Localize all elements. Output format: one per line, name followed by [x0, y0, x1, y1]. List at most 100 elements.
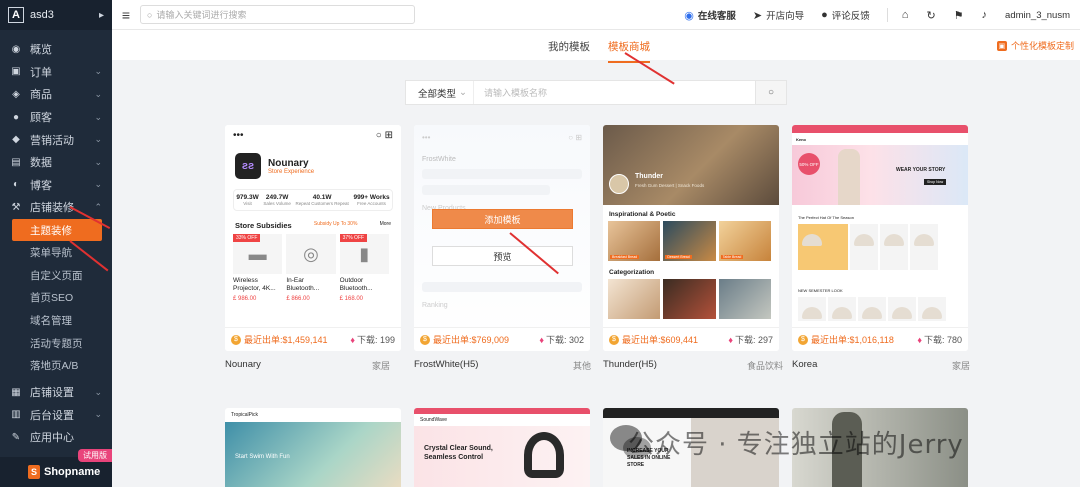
user-menu[interactable]: admin_3_nusm — [1005, 10, 1070, 21]
chevron-down-icon: ⌄ — [94, 88, 102, 99]
hat-image — [798, 224, 848, 270]
sidebar-item-customers[interactable]: ● 顾客 ⌄ — [0, 106, 112, 129]
stat-value: 999+ Works — [353, 194, 390, 201]
sidebar-item-app-center[interactable]: ✎ 应用中心 — [0, 426, 112, 449]
type-select[interactable]: 全部类型 ⌄ — [406, 81, 474, 104]
chevron-down-icon: ⌄ — [94, 179, 102, 190]
korea-hero-banner: 50% OFF WEAR YOUR STORY Shop Now — [792, 145, 968, 205]
sidebar-item-home-seo[interactable]: 首页SEO — [0, 287, 112, 310]
sidebar-menu: ◉ 概览 ▣ 订单 ⌄ ◈ 商品 ⌄ ● 顾客 ⌄ ◆ 营销活动 ⌄ ▤ 数据 ⌄ ◐ 博客 ⌄ ⚒ 店铺装… — [0, 30, 112, 219]
template-name[interactable]: FrostWhite(H5) — [414, 359, 478, 370]
subsidy-note: Subsidy Up To 30% — [313, 221, 358, 227]
product-name: Outdoor Bluetooth... — [339, 277, 373, 292]
top-bar: ≡ ○ 请输入关键词进行搜索 ◉ 在线客服 ➤ 开店向导 ● 评论反馈 ⌂ ↻ ⚑ ♪… — [112, 0, 1080, 30]
coin-icon: $ — [231, 334, 241, 345]
home-icon[interactable]: ⌂ — [902, 9, 909, 21]
sidebar-item-products[interactable]: ◈ 商品 ⌄ — [0, 83, 112, 106]
template-preview: •••○ ⊞ FrostWhite New Products Ranking — [414, 125, 590, 351]
coin-icon: $ — [420, 334, 430, 345]
custom-template-link[interactable]: ▣ 个性化模板定制 — [996, 39, 1074, 52]
template-name[interactable]: Thunder(H5) — [603, 359, 657, 370]
send-icon: ➤ — [752, 9, 763, 22]
divider — [886, 8, 888, 22]
sidebar-item-admin-settings[interactable]: ▥ 后台设置 ⌄ — [0, 404, 112, 427]
download-count-value: 下载: 780 — [923, 335, 962, 345]
category-image — [663, 279, 716, 319]
sidebar-item-label: 后台设置 — [30, 409, 74, 422]
search-button[interactable]: ○ — [755, 81, 786, 104]
subsidy-title: Store Subsidies — [235, 221, 292, 230]
sidebar-item-custom-pages[interactable]: 自定义页面 — [0, 264, 112, 287]
template-card-tropical[interactable]: TropicalPick Start Swim With Fun — [225, 408, 401, 487]
preview-header: ••• ○ ⊞ — [422, 133, 582, 142]
sidebar-item-blog[interactable]: ◐ 博客 ⌄ — [0, 174, 112, 197]
app-logo: A — [8, 7, 24, 23]
menu-toggle-icon[interactable]: ≡ — [112, 7, 140, 23]
template-card-frostwhite[interactable]: •••○ ⊞ FrostWhite New Products Ranking 添… — [414, 125, 590, 351]
top-bar-actions: ◉ 在线客服 ➤ 开店向导 ● 评论反馈 ⌂ ↻ ⚑ ♪ admin_3_nusm — [684, 0, 1080, 30]
sidebar-item-marketing[interactable]: ◆ 营销活动 ⌄ — [0, 128, 112, 151]
template-card-korea[interactable]: Keno 50% OFF WEAR YOUR STORY Shop Now Th… — [792, 125, 968, 351]
chevron-down-icon: ⌄ — [94, 134, 102, 145]
tropical-hero-image: Start Swim With Fun — [225, 422, 401, 487]
preview-section-title: The Perfect Hat Of The Season — [798, 215, 854, 220]
hero-headline: WEAR YOUR STORY — [896, 167, 946, 173]
global-search-input[interactable]: ○ 请输入关键词进行搜索 — [140, 5, 415, 24]
store-switcher[interactable]: A asd3 ▸ — [0, 0, 112, 30]
hat-image — [850, 224, 878, 270]
preview-brand: ƨƨ Nounary Store Experience — [225, 145, 401, 187]
download-count: ♦ 下载: 297 — [728, 333, 773, 346]
preview-placeholder — [422, 282, 582, 292]
template-card-thunder[interactable]: Thunder Fresh Gum Dessert | Snack Foods … — [603, 125, 779, 351]
apparel-image — [798, 297, 826, 321]
tab-my-templates[interactable]: 我的模板 — [548, 39, 590, 54]
template-preview: Keno 50% OFF WEAR YOUR STORY Shop Now Th… — [792, 125, 968, 351]
feedback-button[interactable]: ● 评论反馈 — [821, 8, 870, 22]
sidebar-item-store-settings[interactable]: ▦ 店铺设置 ⌄ — [0, 381, 112, 404]
bell-icon[interactable]: ♪ — [982, 9, 988, 21]
projector-image: 33% OFF ▬ — [233, 234, 283, 274]
sidebar-item-domains[interactable]: 域名管理 — [0, 309, 112, 332]
add-template-button[interactable]: 添加模板 — [432, 209, 573, 229]
preview-logo: SoundWave — [420, 417, 448, 423]
brush-icon: ⚒ — [11, 201, 21, 213]
template-name[interactable]: Nounary — [225, 359, 261, 370]
hero-headline: Start Swim With Fun — [235, 454, 290, 460]
sidebar-item-overview[interactable]: ◉ 概览 — [0, 38, 112, 61]
preview-products: 33% OFF ▬ Wireless Projector, 4K... £ 986.0… — [225, 234, 401, 302]
chevron-right-icon: ▸ — [98, 9, 104, 21]
shopname-logo-icon: S — [28, 465, 40, 479]
template-name-input[interactable]: 请输入模板名称 — [474, 81, 755, 104]
sidebar-item-theme[interactable]: 主题装修 — [12, 218, 102, 242]
online-service-button[interactable]: ◉ 在线客服 — [684, 8, 736, 23]
setup-guide-button[interactable]: ➤ 开店向导 — [752, 8, 804, 23]
template-name[interactable]: Korea — [792, 359, 817, 370]
chevron-down-icon: ⌄ — [94, 111, 102, 122]
template-card-nounary[interactable]: ••• ○ ⊞ ƨƨ Nounary Store Experience 979.3… — [225, 125, 401, 351]
download-count-value: 下载: 302 — [545, 335, 584, 345]
fire-icon: ♦ — [350, 335, 355, 345]
customer-icon: ● — [12, 111, 20, 123]
korea-logo: Keno — [796, 136, 806, 142]
nounary-logo: ƨƨ — [235, 153, 261, 179]
sidebar: A asd3 ▸ ◉ 概览 ▣ 订单 ⌄ ◈ 商品 ⌄ ● 顾客 ⌄ ◆ 营销活动 ⌄ ▤ 数据 ⌄ … — [0, 0, 112, 487]
flag-icon[interactable]: ⚑ — [954, 9, 964, 22]
search-cart-icon: ○ ⊞ — [375, 129, 393, 141]
headphones-image: ◎ — [286, 234, 336, 274]
template-card-soundwave[interactable]: SoundWave Crystal Clear Sound, Seamless … — [414, 408, 590, 487]
preview-section-title: Ranking — [422, 302, 448, 309]
sidebar-item-orders[interactable]: ▣ 订单 ⌄ — [0, 61, 112, 84]
fire-icon: ♦ — [539, 335, 544, 345]
brand-avatar — [609, 174, 629, 194]
sidebar-item-landing-ab[interactable]: 落地页A/B — [0, 354, 112, 377]
sidebar-item-campaign-pages[interactable]: 活动专题页 — [0, 332, 112, 355]
tab-template-mall[interactable]: 模板商城 — [608, 39, 650, 63]
preview-button[interactable]: 预览 — [432, 246, 573, 266]
refresh-icon[interactable]: ↻ — [926, 9, 935, 22]
announcement-bar — [603, 408, 779, 418]
sidebar-item-data[interactable]: ▤ 数据 ⌄ — [0, 151, 112, 174]
card-footer: $ 最近出单:$1,459,141 ♦ 下载: 199 — [225, 327, 401, 351]
sidebar-item-store-design[interactable]: ⚒ 店铺装修 ⌃ — [0, 196, 112, 219]
recent-sales: $ 最近出单:$1,016,118 — [798, 333, 894, 346]
bread-image: Breakfast Bread — [608, 221, 661, 261]
